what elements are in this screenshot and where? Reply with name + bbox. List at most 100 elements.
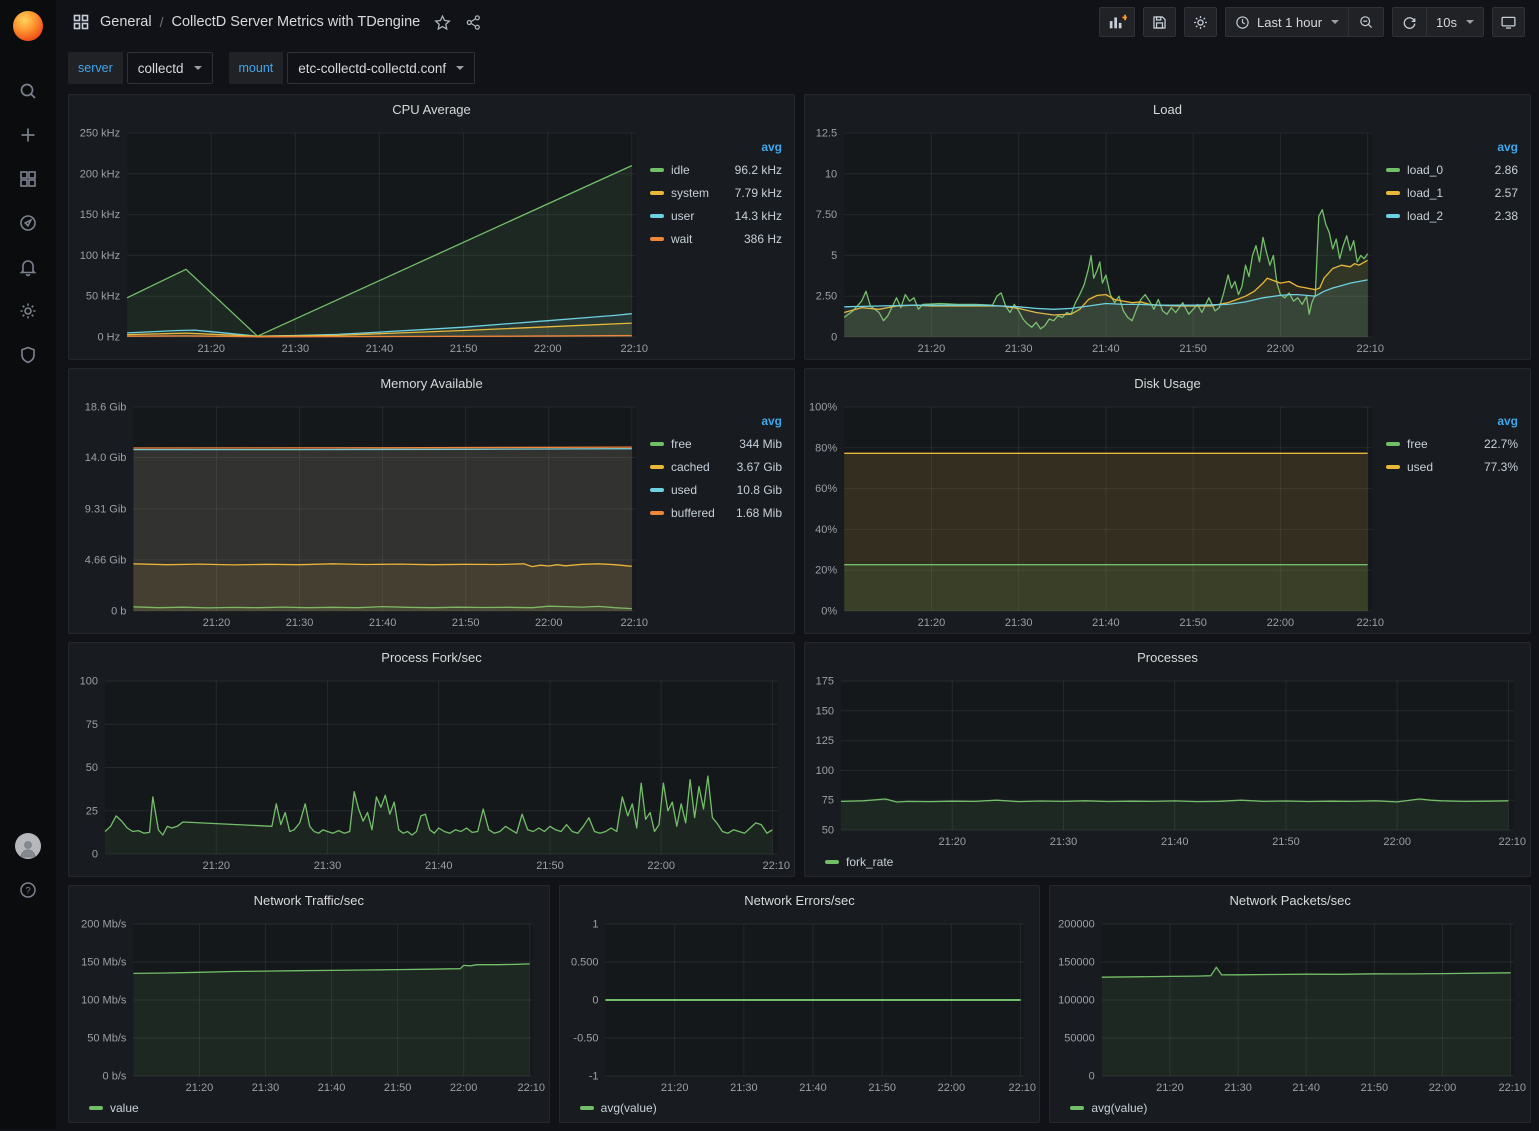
- legend-item-cached[interactable]: cached3.67 Gib: [650, 455, 782, 478]
- panel-cpu-average: CPU Average 21:2021:3021:4021:5022:0022:…: [68, 94, 795, 360]
- svg-text:175: 175: [816, 676, 834, 688]
- explore-compass-icon[interactable]: [17, 212, 39, 234]
- svg-text:50 kHz: 50 kHz: [86, 291, 120, 303]
- legend-item-free[interactable]: free344 Mib: [650, 432, 782, 455]
- variable-server-select[interactable]: collectd: [127, 52, 213, 84]
- grafana-logo[interactable]: [0, 0, 56, 52]
- processes-chart[interactable]: 21:2021:3021:4021:5022:0022:105075100125…: [807, 671, 1528, 850]
- legend-swatch: [1386, 442, 1400, 446]
- legend-item-avgvalue[interactable]: avg(value): [580, 1101, 657, 1115]
- zoom-out-icon: [1358, 14, 1374, 30]
- svg-text:21:30: 21:30: [1050, 836, 1078, 848]
- panel-title[interactable]: Disk Usage: [805, 369, 1530, 397]
- legend-item-used[interactable]: used10.8 Gib: [650, 478, 782, 501]
- clock-icon: [1235, 15, 1250, 30]
- legend-series-avg-value: 10.8 Gib: [737, 483, 782, 497]
- top-navigation-bar: General / CollectD Server Metrics with T…: [56, 0, 1539, 44]
- svg-text:50: 50: [86, 762, 98, 774]
- time-range-picker[interactable]: Last 1 hour: [1226, 8, 1348, 36]
- legend-item-system[interactable]: system7.79 kHz: [650, 181, 782, 204]
- refresh-group: 10s: [1392, 7, 1484, 37]
- legend-series-name: user: [671, 209, 727, 223]
- save-dashboard-button[interactable]: [1143, 7, 1176, 37]
- user-avatar[interactable]: [15, 833, 41, 859]
- legend-item-used[interactable]: used77.3%: [1386, 455, 1518, 478]
- load-chart[interactable]: 21:2021:3021:4021:5022:0022:1002.5057.50…: [807, 123, 1386, 357]
- svg-text:200 Mb/s: 200 Mb/s: [81, 919, 127, 931]
- svg-text:100000: 100000: [1058, 995, 1095, 1007]
- network-packets-chart[interactable]: 21:2021:3021:4021:5022:0022:100500001000…: [1052, 914, 1528, 1096]
- search-icon[interactable]: [17, 80, 39, 102]
- legend-swatch: [650, 191, 664, 195]
- panel-title[interactable]: Network Traffic/sec: [69, 886, 549, 914]
- create-plus-icon[interactable]: [17, 124, 39, 146]
- panel-title[interactable]: Network Errors/sec: [560, 886, 1040, 914]
- svg-text:21:40: 21:40: [1293, 1082, 1321, 1094]
- refresh-interval-picker[interactable]: 10s: [1426, 8, 1483, 36]
- legend-series-avg-value: 344 Mib: [739, 437, 782, 451]
- star-icon[interactable]: [434, 14, 451, 31]
- dashboard-title[interactable]: CollectD Server Metrics with TDengine: [171, 14, 420, 30]
- svg-text:21:20: 21:20: [938, 836, 966, 848]
- legend-item-buffered[interactable]: buffered1.68 Mib: [650, 501, 782, 524]
- legend-item-wait[interactable]: wait386 Hz: [650, 227, 782, 250]
- panel-title[interactable]: Network Packets/sec: [1050, 886, 1530, 914]
- legend-item-avgvalue[interactable]: avg(value): [1070, 1101, 1147, 1115]
- alerting-bell-icon[interactable]: [17, 256, 39, 278]
- svg-text:2.50: 2.50: [816, 291, 837, 303]
- dashboards-grid-icon[interactable]: [17, 168, 39, 190]
- svg-text:21:40: 21:40: [366, 343, 394, 355]
- svg-text:150 kHz: 150 kHz: [80, 209, 120, 221]
- cycle-view-mode-button[interactable]: [1492, 7, 1525, 37]
- dashboard-settings-button[interactable]: [1184, 7, 1217, 37]
- share-icon[interactable]: [465, 14, 482, 31]
- memory-available-chart[interactable]: 21:2021:3021:4021:5022:0022:100 b4.66 Gi…: [71, 397, 650, 631]
- legend-series-name: free: [1407, 437, 1476, 451]
- network-packets-legend: avg(value): [1052, 1096, 1528, 1120]
- legend-series-avg-value: 1.68 Mib: [736, 506, 782, 520]
- variable-mount-select[interactable]: etc-collectd-collectd.conf: [287, 52, 475, 84]
- refresh-button[interactable]: [1393, 8, 1426, 36]
- panel-title[interactable]: Load: [805, 95, 1530, 123]
- panel-title[interactable]: CPU Average: [69, 95, 794, 123]
- disk-usage-chart[interactable]: 21:2021:3021:4021:5022:0022:100%20%40%60…: [807, 397, 1386, 631]
- legend-series-avg-value: 14.3 kHz: [735, 209, 782, 223]
- svg-text:200 kHz: 200 kHz: [80, 168, 120, 180]
- svg-text:21:40: 21:40: [1161, 836, 1189, 848]
- legend-series-avg-value: 7.79 kHz: [735, 186, 782, 200]
- legend-item-free[interactable]: free22.7%: [1386, 432, 1518, 455]
- svg-text:150: 150: [816, 705, 834, 717]
- help-icon[interactable]: ?: [17, 879, 39, 901]
- variable-mount-value: etc-collectd-collectd.conf: [298, 61, 446, 76]
- legend-item-load_1[interactable]: load_12.57: [1386, 181, 1518, 204]
- cpu-average-chart[interactable]: 21:2021:3021:4021:5022:0022:100 Hz50 kHz…: [71, 123, 650, 357]
- zoom-out-button[interactable]: [1348, 8, 1383, 36]
- svg-text:100 kHz: 100 kHz: [80, 250, 120, 262]
- svg-text:22:10: 22:10: [1008, 1082, 1036, 1094]
- legend-series-avg-value: 2.57: [1495, 186, 1518, 200]
- svg-text:100: 100: [816, 765, 834, 777]
- panel-title[interactable]: Memory Available: [69, 369, 794, 397]
- breadcrumb-folder[interactable]: General: [100, 14, 152, 30]
- legend-item-idle[interactable]: idle96.2 kHz: [650, 158, 782, 181]
- add-panel-button[interactable]: [1099, 7, 1135, 37]
- legend-item-value[interactable]: value: [89, 1101, 139, 1115]
- network-errors-chart[interactable]: 21:2021:3021:4021:5022:0022:10-1-0.5000.…: [562, 914, 1038, 1096]
- breadcrumb-separator: /: [160, 14, 164, 30]
- panel-title[interactable]: Processes: [805, 643, 1530, 671]
- svg-text:21:30: 21:30: [1005, 617, 1033, 629]
- legend-item-user[interactable]: user 14.3 kHz: [650, 204, 782, 227]
- legend-series-name: load_0: [1407, 163, 1487, 177]
- server-admin-shield-icon[interactable]: [17, 344, 39, 366]
- network-traffic-chart[interactable]: 21:2021:3021:4021:5022:0022:100 b/s50 Mb…: [71, 914, 547, 1096]
- configuration-gear-icon[interactable]: [17, 300, 39, 322]
- legend-item-load_0[interactable]: load_02.86: [1386, 158, 1518, 181]
- legend-item-load_2[interactable]: load_22.38: [1386, 204, 1518, 227]
- title-actions: [434, 14, 482, 31]
- svg-text:0 b: 0 b: [111, 606, 126, 618]
- svg-text:22:00: 22:00: [450, 1082, 478, 1094]
- legend-item-fork_rate[interactable]: fork_rate: [825, 855, 893, 869]
- process-fork-chart[interactable]: 21:2021:3021:4021:5022:0022:100255075100: [71, 671, 792, 874]
- sidebar-bottom: ?: [15, 833, 41, 1129]
- panel-title[interactable]: Process Fork/sec: [69, 643, 794, 671]
